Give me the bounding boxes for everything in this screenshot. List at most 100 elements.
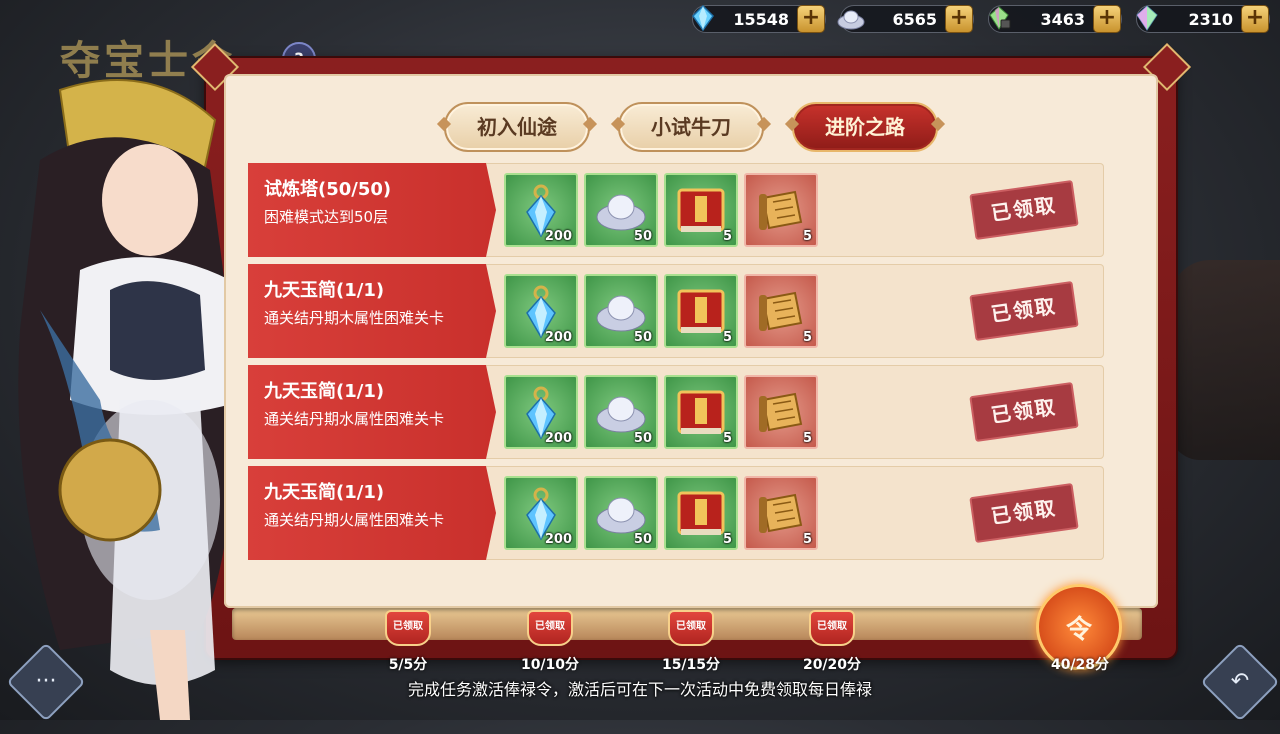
task-title: 九天玉简(1/1) xyxy=(264,280,385,301)
milestone-seal: 已领取 xyxy=(668,610,714,646)
reward-qty: 5 xyxy=(802,229,812,244)
reward-spirit-stone[interactable]: 200 xyxy=(504,476,578,550)
resource-crystal: 15548 + xyxy=(692,4,826,33)
task-description: 通关结丹期木属性困难关卡 xyxy=(264,309,445,327)
locked-gem-icon xyxy=(983,2,1015,34)
task-row: 九天玉简(1/1) 通关结丹期木属性困难关卡 200 50 5 5 已领取 xyxy=(248,264,1104,358)
add-crystal-button[interactable]: + xyxy=(797,5,825,33)
reward-spirit-stone[interactable]: 200 xyxy=(504,274,578,348)
red-book-icon xyxy=(677,289,725,333)
red-book-icon xyxy=(677,188,725,232)
task-list-scroll: 200 50 5 5 试炼塔(50/50) 困难模式达到50层 200 xyxy=(248,160,1104,567)
silver-ingot-icon xyxy=(596,295,646,332)
rainbow-crystal-count: 2310 xyxy=(1188,9,1233,29)
resource-bar: 15548 + 6565 + 3463 + 2310 + xyxy=(686,2,1270,35)
add-rainbow-crystal-button[interactable]: + xyxy=(1241,5,1269,33)
reward-book[interactable]: 5 xyxy=(664,476,738,550)
task-description: 困难模式达到50层 xyxy=(264,208,389,226)
milestone-label: 5/5分 xyxy=(388,657,428,673)
reward-qty: 5 xyxy=(722,431,732,446)
task-row: 九天玉简(1/1) 通关结丹期火属性困难关卡 200 50 5 5 已领取 xyxy=(248,466,1104,560)
locked-gem-count: 3463 xyxy=(1040,9,1085,29)
reward-qty: 5 xyxy=(722,229,732,244)
claimed-stamp: 已领取 xyxy=(969,482,1079,544)
scroll-icon xyxy=(759,493,803,533)
silver-count: 6565 xyxy=(892,9,937,29)
reward-qty: 5 xyxy=(802,431,812,446)
milestone-seal: 已领取 xyxy=(385,610,431,646)
task-description: 通关结丹期火属性困难关卡 xyxy=(264,511,445,529)
reward-book[interactable]: 5 xyxy=(664,173,738,247)
reward-qty: 200 xyxy=(544,229,572,244)
silver-ingot-icon xyxy=(835,2,867,34)
crystal-count: 15548 xyxy=(733,9,789,29)
reward-qty: 200 xyxy=(544,532,572,547)
reward-qty: 50 xyxy=(633,532,652,547)
silver-ingot-icon xyxy=(596,194,646,231)
reward-spirit-stone[interactable]: 200 xyxy=(504,173,578,247)
reward-spirit-stone[interactable]: 200 xyxy=(504,375,578,449)
reward-qty: 50 xyxy=(633,431,652,446)
claimed-stamp: 已领取 xyxy=(969,280,1079,342)
tab-advanced[interactable]: 进阶之路 xyxy=(792,102,938,152)
milestone-label: 10/10分 xyxy=(520,657,580,673)
reward-qty: 50 xyxy=(633,229,652,244)
task-info: 九天玉简(1/1) 通关结丹期水属性困难关卡 xyxy=(248,365,496,459)
red-book-icon xyxy=(677,491,725,535)
task-list[interactable]: 200 50 5 5 试炼塔(50/50) 困难模式达到50层 200 xyxy=(248,160,1104,580)
task-title: 九天玉简(1/1) xyxy=(264,381,385,402)
add-silver-button[interactable]: + xyxy=(945,5,973,33)
task-info: 九天玉简(1/1) 通关结丹期木属性困难关卡 xyxy=(248,264,496,358)
task-title: 九天玉简(1/1) xyxy=(264,482,385,503)
back-button[interactable]: ↶ xyxy=(1200,642,1280,722)
silver-ingot-icon xyxy=(596,396,646,433)
tab-beginner[interactable]: 初入仙途 xyxy=(444,102,590,152)
blue-crystal-icon xyxy=(687,2,719,34)
red-book-icon xyxy=(677,390,725,434)
milestone-20[interactable]: 已领取 20/20分 xyxy=(802,610,862,674)
reward-silver[interactable]: 50 xyxy=(584,476,658,550)
resource-rainbow-crystal: 2310 + xyxy=(1136,5,1270,33)
task-title: 试炼塔(50/50) xyxy=(264,179,392,200)
reward-book[interactable]: 5 xyxy=(664,274,738,348)
task-rewards: 200 50 5 5 xyxy=(504,365,818,459)
task-row: 九天玉简(1/1) 通关结丹期水属性困难关卡 200 50 5 5 已领取 xyxy=(248,365,1104,459)
task-panel: 初入仙途 小试牛刀 进阶之路 200 50 5 5 试炼塔(50/50) 困难模… xyxy=(224,74,1158,608)
rainbow-crystal-icon xyxy=(1131,2,1163,34)
task-row: 试炼塔(50/50) 困难模式达到50层 200 50 5 5 已领取 xyxy=(248,163,1104,257)
milestone-5[interactable]: 已领取 5/5分 xyxy=(378,610,438,674)
add-locked-gem-button[interactable]: + xyxy=(1093,5,1121,33)
claimed-stamp: 已领取 xyxy=(969,381,1079,443)
claimed-stamp: 已领取 xyxy=(969,179,1079,241)
reward-qty: 5 xyxy=(802,330,812,345)
scroll-icon xyxy=(759,190,803,230)
reward-scroll[interactable]: 5 xyxy=(744,274,818,348)
reward-silver[interactable]: 50 xyxy=(584,274,658,348)
reward-scroll[interactable]: 5 xyxy=(744,375,818,449)
reward-silver[interactable]: 50 xyxy=(584,173,658,247)
task-description: 通关结丹期水属性困难关卡 xyxy=(264,410,445,428)
reward-book[interactable]: 5 xyxy=(664,375,738,449)
reward-silver[interactable]: 50 xyxy=(584,375,658,449)
reward-qty: 5 xyxy=(802,532,812,547)
scroll-icon xyxy=(759,392,803,432)
reward-qty: 200 xyxy=(544,431,572,446)
resource-silver: 6565 + xyxy=(837,5,974,33)
reward-scroll[interactable]: 5 xyxy=(744,173,818,247)
task-rewards: 200 50 5 5 xyxy=(504,163,818,257)
silver-ingot-icon xyxy=(596,497,646,534)
chat-icon: ··· xyxy=(35,669,57,694)
task-info: 九天玉简(1/1) 通关结丹期火属性困难关卡 xyxy=(248,466,496,560)
token-score-label: 40/28分 xyxy=(1050,657,1110,673)
scroll-icon xyxy=(759,291,803,331)
milestone-10[interactable]: 已领取 10/10分 xyxy=(520,610,580,674)
reward-scroll[interactable]: 5 xyxy=(744,476,818,550)
tab-trial[interactable]: 小试牛刀 xyxy=(618,102,764,152)
milestone-15[interactable]: 已领取 15/15分 xyxy=(661,610,721,674)
milestone-label: 15/15分 xyxy=(661,657,721,673)
footer-hint: 完成任务激活俸禄令，激活后可在下一次活动中免费领取每日俸禄 xyxy=(407,680,872,699)
task-rewards: 200 50 5 5 xyxy=(504,466,818,560)
task-rewards: 200 50 5 5 xyxy=(504,264,818,358)
milestone-seal: 已领取 xyxy=(527,610,573,646)
reward-qty: 5 xyxy=(722,532,732,547)
